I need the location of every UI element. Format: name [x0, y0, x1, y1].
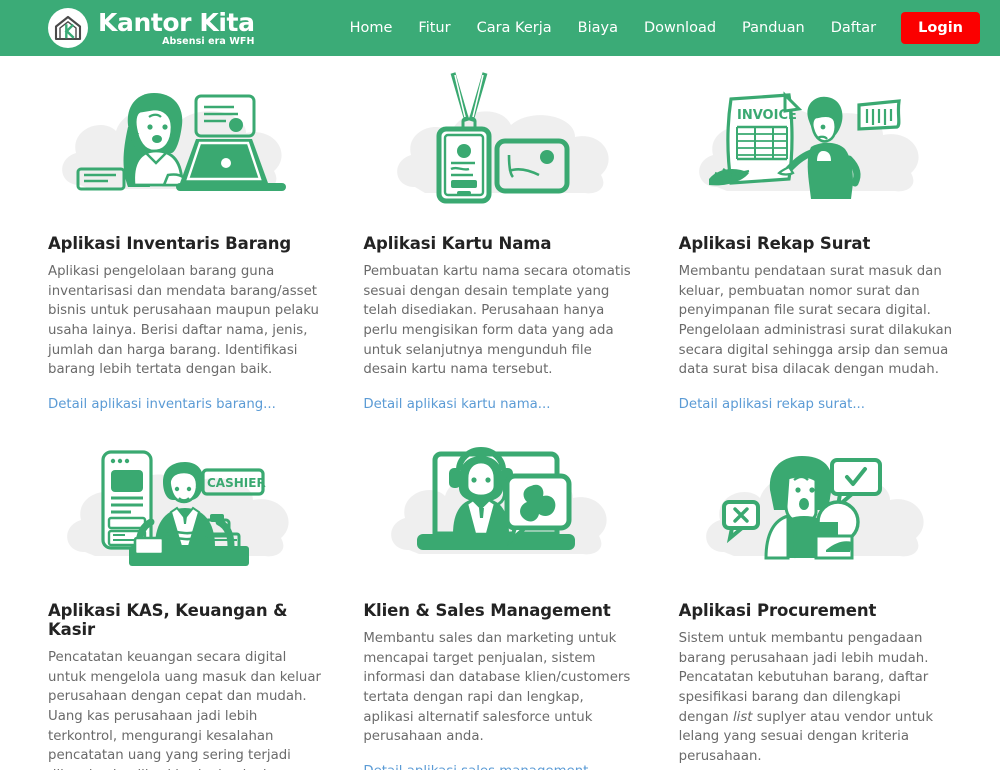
- nav-item-daftar[interactable]: Daftar: [818, 14, 889, 42]
- nav-item-cara-kerja[interactable]: Cara Kerja: [464, 14, 565, 42]
- feature-card-rekap-surat: INVOICE Aplikasi Rekap Surat Membantu pe…: [665, 58, 966, 413]
- brand-logo[interactable]: Kantor Kita Absensi era WFH: [48, 8, 255, 48]
- feature-description: Pencatatan keuangan secara digital untuk…: [48, 650, 321, 770]
- nav-item-home[interactable]: Home: [337, 14, 406, 42]
- feature-detail-link[interactable]: Detail aplikasi rekap surat...: [679, 397, 865, 412]
- feature-card-procurement: Aplikasi Procurement Sistem untuk memban…: [665, 413, 966, 770]
- house-monogram-k-icon: [48, 8, 88, 48]
- feature-description: Pembuatan kartu nama secara otomatis ses…: [363, 264, 631, 378]
- feature-description-procurement: Sistem untuk membantu pengadaan barang p…: [679, 629, 952, 767]
- feature-card-kas-keuangan: CASHIER Aplikasi KAS, Keuangan & Kasir P…: [34, 413, 335, 770]
- feature-title: Aplikasi Rekap Surat: [678, 234, 871, 253]
- feature-description: Membantu sales dan marketing untuk menca…: [363, 631, 631, 745]
- desc-emphasis: list: [732, 709, 753, 725]
- feature-detail-link[interactable]: Detail aplikasi sales management...: [363, 764, 601, 770]
- login-button[interactable]: Login: [901, 12, 980, 44]
- headset-agent-laptop-illustration: [363, 429, 636, 589]
- feature-title: Aplikasi Procurement: [678, 601, 877, 621]
- feature-title: Aplikasi KAS, Keuangan & Kasir: [48, 601, 288, 640]
- feature-title: Klien & Sales Management: [363, 601, 611, 621]
- features-grid: Aplikasi Inventaris Barang Aplikasi peng…: [0, 56, 1000, 770]
- nav-item-biaya[interactable]: Biaya: [565, 14, 631, 42]
- nav-item-panduan[interactable]: Panduan: [729, 14, 818, 42]
- feature-title: Aplikasi Kartu Nama: [363, 234, 552, 253]
- feature-card-inventaris: Aplikasi Inventaris Barang Aplikasi peng…: [34, 58, 335, 413]
- woman-at-laptop-inventory-illustration: [48, 62, 321, 222]
- person-approve-reject-illustration: [679, 429, 952, 589]
- nav-item-fitur[interactable]: Fitur: [405, 14, 463, 42]
- invoice-label: INVOICE: [737, 108, 797, 123]
- id-card-lanyard-illustration: [363, 62, 636, 222]
- feature-description: Membantu pendataan surat masuk dan kelua…: [678, 264, 953, 378]
- feature-title: Aplikasi Inventaris Barang: [48, 234, 292, 253]
- nav-item-download[interactable]: Download: [631, 14, 729, 42]
- feature-card-sales-management: Klien & Sales Management Membantu sales …: [349, 413, 650, 770]
- invoice-document-woman-illustration: INVOICE: [679, 62, 952, 222]
- feature-detail-link[interactable]: Detail aplikasi inventaris barang...: [48, 397, 276, 412]
- feature-description: Aplikasi pengelolaan barang guna inventa…: [48, 264, 319, 378]
- brand-tagline: Absensi era WFH: [162, 35, 255, 47]
- cashier-label: CASHIER: [207, 476, 266, 490]
- feature-detail-link[interactable]: Detail aplikasi kartu nama...: [363, 397, 550, 412]
- feature-card-kartu-nama: Aplikasi Kartu Nama Pembuatan kartu nama…: [349, 58, 650, 413]
- brand-name: Kantor Kita: [98, 7, 255, 37]
- site-header: Kantor Kita Absensi era WFH Home Fitur C…: [0, 0, 1000, 56]
- cashier-counter-illustration: CASHIER: [48, 429, 321, 589]
- main-navigation: Home Fitur Cara Kerja Biaya Download Pan…: [337, 12, 980, 44]
